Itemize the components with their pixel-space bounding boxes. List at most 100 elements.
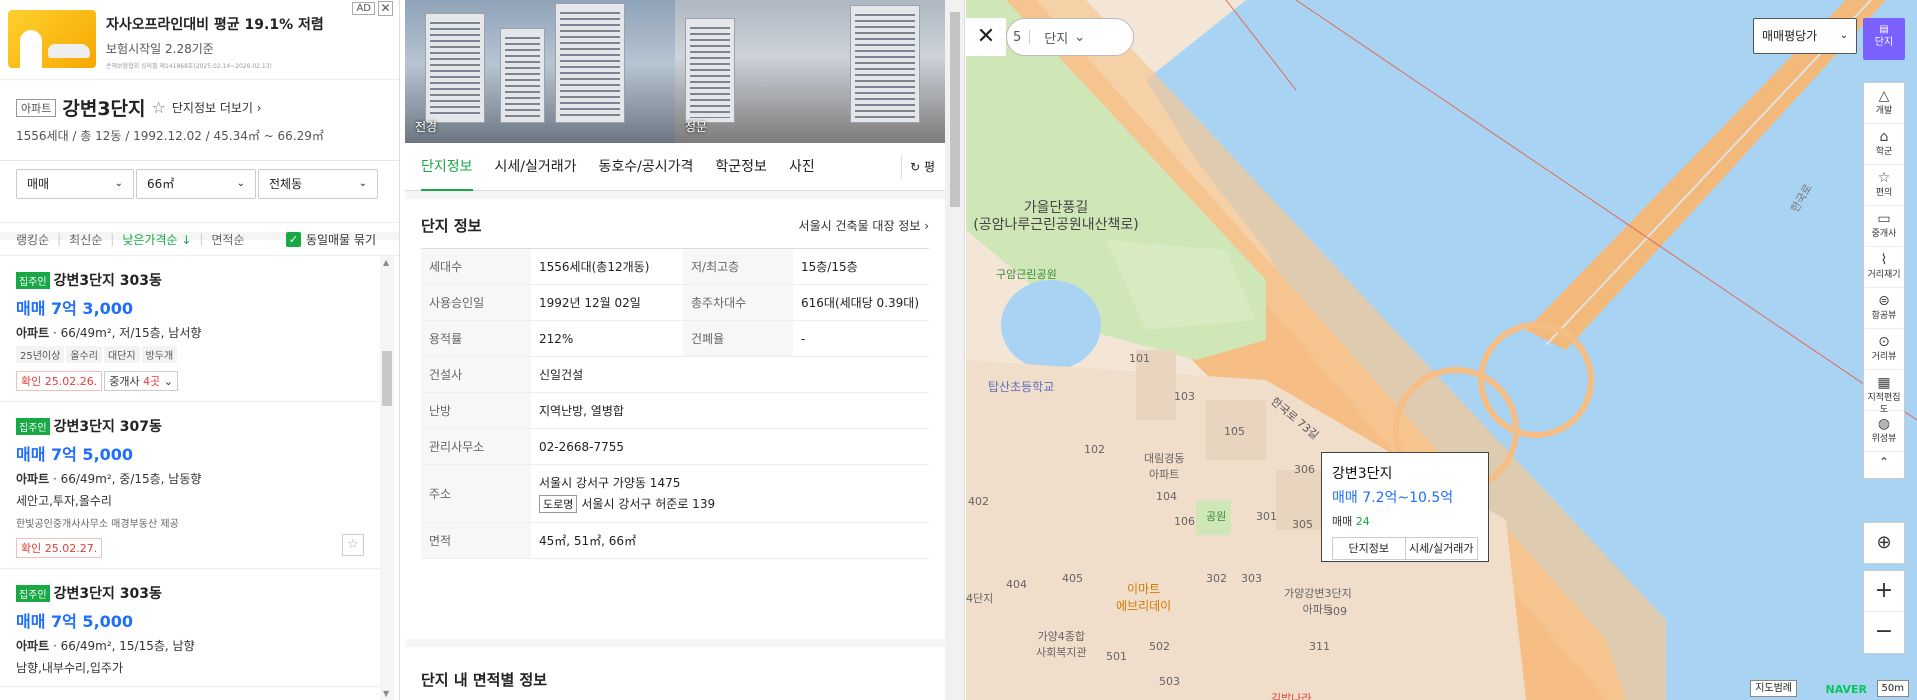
- list-item[interactable]: 집주인 강변3단지 303동 매매 7억 5,000 아파트 · 66/49m²,…: [0, 569, 380, 687]
- listing-type: 아파트: [16, 326, 50, 340]
- current-location-button[interactable]: ⊕: [1863, 522, 1905, 564]
- info-value: 02-2668-7755: [531, 428, 929, 465]
- building-number: 301: [1256, 510, 1277, 523]
- tab-unit-price[interactable]: 동호수/공시가격: [599, 143, 694, 191]
- zoom-in-button[interactable]: +: [1864, 571, 1904, 612]
- list-scrollbar[interactable]: ▲ ▼: [380, 256, 394, 700]
- tab-complex-info[interactable]: 단지정보: [421, 143, 473, 191]
- tool-measure[interactable]: ⌇ 거리재기: [1864, 247, 1904, 288]
- area-select[interactable]: 66㎡ ⌄: [136, 169, 256, 199]
- building-number: 502: [1149, 640, 1170, 653]
- divider: |: [199, 232, 204, 246]
- road-address: 서울시 강서구 허준로 139: [581, 497, 716, 511]
- map-filter-danji: 단지: [1044, 31, 1069, 47]
- trade-type-select[interactable]: 매매 ⌄: [16, 169, 134, 199]
- map-filter-value: 5: [1013, 29, 1022, 45]
- tool-convenience[interactable]: ☆ 편의: [1864, 165, 1904, 206]
- complex-more-link[interactable]: 단지정보 더보기 ›: [172, 99, 262, 116]
- group-same-listings-checkbox[interactable]: ✓ 동일매물 묶기: [285, 231, 384, 248]
- photo-gate[interactable]: 정문: [675, 0, 945, 143]
- map-close-button[interactable]: ✕: [966, 18, 1006, 56]
- tool-aerial[interactable]: ⊜ 항공뷰: [1864, 288, 1904, 329]
- tool-school[interactable]: ⌂ 학군: [1864, 124, 1904, 165]
- section-title: 단지 정보: [421, 217, 482, 235]
- ad-badge[interactable]: AD: [352, 2, 375, 15]
- broker-count: 4곳: [143, 375, 161, 388]
- favorite-star-icon[interactable]: ☆: [342, 534, 364, 556]
- tab-school[interactable]: 학군정보: [715, 143, 767, 191]
- photo-overview[interactable]: 전경: [405, 0, 675, 143]
- map-legend-button[interactable]: 지도범례: [1750, 680, 1797, 697]
- sort-low-price[interactable]: 낮은가격순 ↓: [122, 231, 191, 248]
- scrollbar-thumb[interactable]: [950, 12, 960, 207]
- favorite-star-icon[interactable]: ☆: [152, 98, 166, 117]
- ad-banner[interactable]: 자사오프라인대비 평균 19.1% 저렴 보험시작일 2.28기준 손해보험협회…: [0, 0, 399, 80]
- listing-title: 강변3단지 307동: [53, 419, 162, 435]
- sort-area[interactable]: 면적순: [211, 231, 244, 248]
- scroll-down-icon[interactable]: ▼: [383, 689, 389, 698]
- detail-scrollbar[interactable]: [945, 0, 964, 700]
- tool-satellite[interactable]: ◍ 위성뷰: [1864, 411, 1904, 452]
- listing-spec-detail: · 66/49m², 15/15층, 남향: [49, 639, 195, 653]
- popup-price-range: 매매 7.2억~10.5억: [1332, 490, 1454, 506]
- scroll-up-icon[interactable]: ▲: [383, 258, 389, 267]
- listing-desc: 남향,내부수리,입주가: [16, 661, 123, 675]
- owner-badge: 집주인: [16, 271, 50, 289]
- map-filter-pill[interactable]: 5 단지 ⌄: [1006, 18, 1134, 56]
- info-value: 지역난방, 열병합: [531, 392, 929, 429]
- building-select[interactable]: 전체동 ⌄: [258, 169, 378, 199]
- table-row: 난방 지역난방, 열병합: [421, 392, 929, 429]
- map-label-park: 공원: [1206, 510, 1227, 523]
- broker-count-button[interactable]: 중개사 4곳 ⌄: [104, 371, 178, 391]
- zoom-out-button[interactable]: −: [1864, 612, 1904, 653]
- listing-type: 아파트: [16, 472, 50, 486]
- tab-photos[interactable]: 사진: [789, 143, 815, 191]
- tool-cadastral[interactable]: ▦ 지적편집도: [1864, 370, 1904, 415]
- building-number: 302: [1206, 572, 1227, 585]
- collapse-toolbar-button[interactable]: ⌃: [1864, 452, 1904, 478]
- building-register-link[interactable]: 서울시 건축물 대장 정보 ›: [799, 217, 929, 234]
- sort-ranking[interactable]: 랭킹순: [16, 231, 49, 248]
- ad-car-image: [48, 44, 90, 58]
- danji-layer-button[interactable]: ▤ 단지: [1863, 18, 1905, 60]
- scrollbar-thumb[interactable]: [382, 351, 392, 406]
- list-item[interactable]: 집주인 강변3단지 303동 매매 7억 3,000 아파트 · 66/49m²,…: [0, 256, 380, 402]
- tool-label: 편의: [1875, 188, 1893, 198]
- danji-label: 단지: [1874, 37, 1894, 48]
- tab-price[interactable]: 시세/실거래가: [495, 143, 577, 191]
- info-key: 관리사무소: [421, 428, 531, 465]
- list-item[interactable]: 집주인 강변3단지 307동 매매 7억 5,000 아파트 · 66/49m²,…: [0, 402, 380, 569]
- sort-bar: 랭킹순 | 최신순 | 낮은가격순 ↓ | 면적순 ✓ 동일매물 묶기: [0, 222, 399, 256]
- info-key: 총주차대수: [683, 284, 793, 321]
- tool-label: 거리뷰: [1871, 352, 1897, 362]
- refresh-button[interactable]: ↻ 평: [901, 155, 935, 179]
- tool-broker[interactable]: ▭ 중개사: [1864, 206, 1904, 247]
- chevron-down-icon: ⌄: [1839, 30, 1848, 41]
- listing-title: 강변3단지 303동: [53, 273, 162, 289]
- map-view[interactable]: 가을단풍길 (공암나루근린공원내산책로) 구암근린공원 탑산초등학교 대림경동 …: [966, 0, 1917, 700]
- map-label-park: 구암근린공원: [996, 268, 1057, 281]
- ad-close-button[interactable]: ✕: [378, 1, 393, 16]
- complex-type-tag: 아파트: [16, 98, 57, 117]
- info-value: 45㎡, 51㎡, 66㎡: [531, 522, 929, 559]
- filter-bar: 매매 ⌄ 66㎡ ⌄ 전체동 ⌄: [0, 160, 399, 199]
- ad-subtitle: 보험시작일 2.28기준: [106, 42, 214, 56]
- popup-price-button[interactable]: 시세/실거래가: [1405, 537, 1478, 560]
- sort-recent[interactable]: 최신순: [69, 231, 102, 248]
- price-type-select[interactable]: 매매평당가 ⌄: [1753, 18, 1857, 54]
- divider: [1029, 30, 1031, 44]
- info-key: 면적: [421, 522, 531, 559]
- tool-streetview[interactable]: ⊙ 거리뷰: [1864, 329, 1904, 370]
- pond: [1001, 280, 1101, 370]
- info-value: 신일건설: [531, 356, 929, 393]
- info-key: 주소: [421, 464, 531, 523]
- tool-development[interactable]: △ 개발: [1864, 83, 1904, 124]
- popup-info-button[interactable]: 단지정보: [1332, 537, 1406, 560]
- area-value: 66㎡: [147, 177, 175, 191]
- address-value: 서울시 강서구 가양동 1475 도로명 서울시 강서구 허준로 139: [531, 464, 929, 523]
- photo-strip: 전경 정문: [405, 0, 945, 143]
- building-number: 303: [1241, 572, 1262, 585]
- building-number: 106: [1174, 515, 1195, 528]
- ad-text: 자사오프라인대비 평균 19.1% 저렴 보험시작일 2.28기준 손해보험협회…: [106, 10, 324, 79]
- table-row: 관리사무소 02-2668-7755: [421, 428, 929, 465]
